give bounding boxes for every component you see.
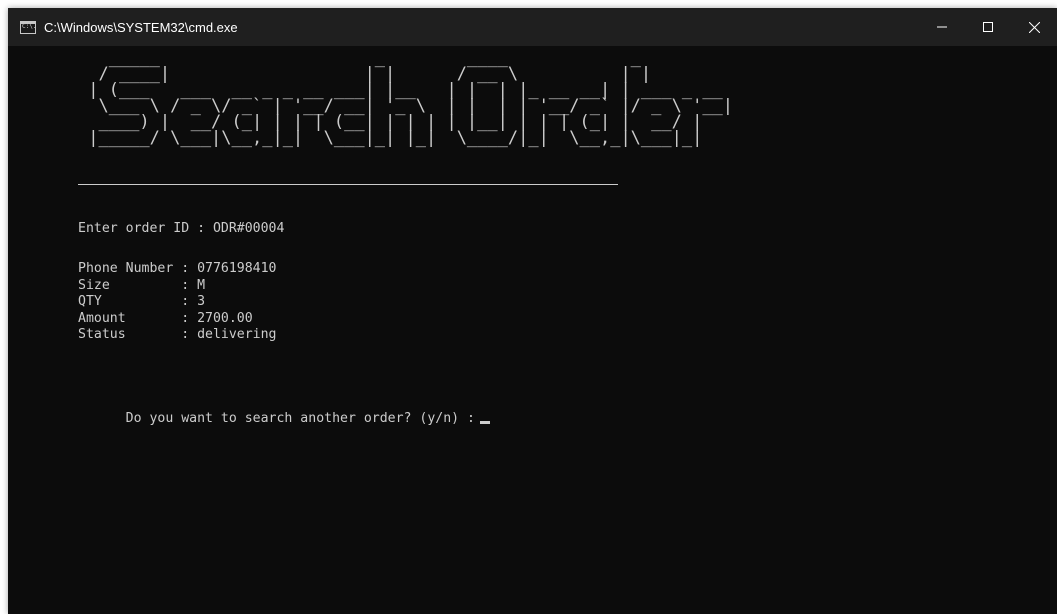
window-title: C:\Windows\SYSTEM32\cmd.exe bbox=[44, 19, 238, 35]
console-output[interactable]: _____ _ ____ _ / ____| | | / __ \ | | | … bbox=[78, 50, 1057, 614]
minimize-icon bbox=[937, 26, 947, 28]
detail-line-phone: Phone Number : 0776198410 bbox=[78, 261, 277, 276]
order-id-prompt: Enter order ID : ODR#00004 bbox=[78, 221, 285, 236]
detail-line-amount: Amount : 2700.00 bbox=[78, 310, 253, 326]
maximize-button[interactable] bbox=[965, 8, 1011, 46]
close-button[interactable] bbox=[1011, 8, 1057, 46]
minimize-button[interactable] bbox=[919, 8, 965, 46]
detail-line-qty: QTY : 3 bbox=[78, 294, 206, 309]
detail-line-size: Size : M bbox=[78, 277, 206, 293]
detail-line-status: Status : delivering bbox=[78, 327, 277, 342]
search-again-prompt: Do you want to search another order? (y/… bbox=[125, 410, 475, 426]
window-controls bbox=[919, 8, 1057, 46]
text-cursor bbox=[479, 420, 490, 424]
cmd-app-icon[interactable]: C:\. bbox=[20, 20, 36, 34]
ascii-banner: _____ _ ____ _ / ____| | | / __ \ | | | … bbox=[88, 48, 734, 148]
cmd-window: C:\. C:\Windows\SYSTEM32\cmd.exe _____ _… bbox=[8, 8, 1057, 614]
search-again-line: Do you want to search another order? (y/… bbox=[78, 394, 490, 444]
close-icon bbox=[1028, 21, 1040, 33]
title-bar[interactable]: C:\. C:\Windows\SYSTEM32\cmd.exe bbox=[8, 8, 1057, 46]
maximize-icon bbox=[983, 22, 993, 32]
banner-underline bbox=[78, 184, 618, 185]
